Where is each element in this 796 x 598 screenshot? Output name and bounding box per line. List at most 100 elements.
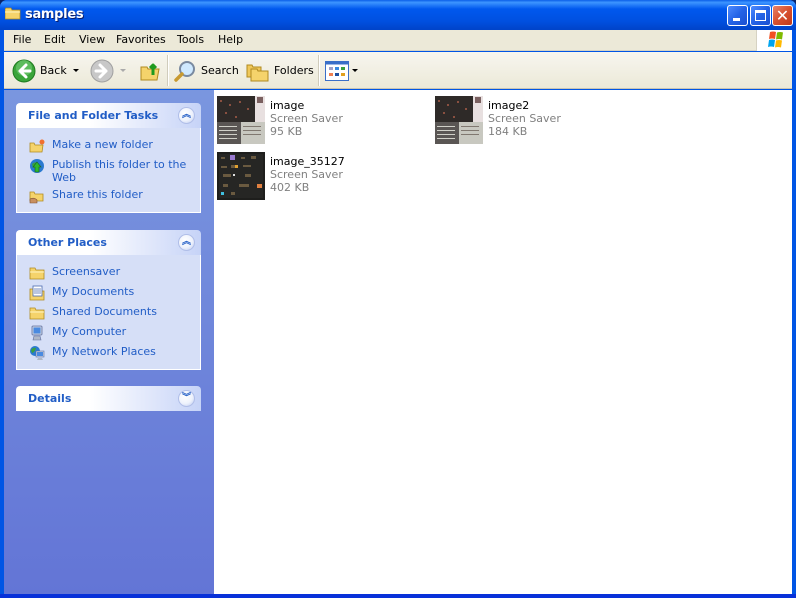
forward-button[interactable] (90, 52, 126, 89)
new-folder-icon (29, 139, 45, 153)
close-icon: ✕ (775, 6, 790, 25)
my-documents-icon (29, 285, 45, 301)
file-folder-tasks-panel: File and Folder Tasks ︽ Make a new folde… (16, 103, 201, 213)
panel-title: Other Places (28, 236, 107, 249)
file-name: image_35127 (270, 155, 345, 168)
views-button[interactable] (325, 52, 358, 89)
back-button[interactable]: Back (12, 52, 79, 89)
expand-chevron-down-icon[interactable]: ︾ (178, 390, 195, 407)
file-thumbnail (217, 152, 265, 200)
menu-view[interactable]: View (79, 33, 105, 46)
menu-tools[interactable]: Tools (177, 33, 204, 46)
folders-button[interactable]: Folders (246, 52, 314, 89)
up-folder-button[interactable] (139, 52, 163, 89)
file-size: 184 KB (488, 125, 528, 138)
folder-icon (29, 267, 45, 280)
maximize-icon (755, 10, 766, 21)
toolbar: Back Search Folders (4, 52, 792, 89)
file-item[interactable]: image Screen Saver 95 KB (217, 96, 417, 146)
views-icon (325, 60, 349, 81)
panel-header[interactable]: File and Folder Tasks ︽ (16, 103, 201, 128)
minimize-button[interactable] (727, 5, 748, 26)
file-name: image (270, 99, 305, 112)
file-info: image2 Screen Saver 184 KB (488, 99, 561, 138)
task-label: Publish this folder to the Web (52, 158, 187, 184)
menu-file[interactable]: File (13, 33, 31, 46)
folders-icon (246, 64, 269, 81)
window-title: samples (25, 7, 84, 22)
publish-web-icon (30, 159, 44, 173)
place-label: My Documents (52, 285, 135, 298)
task-make-new-folder[interactable]: Make a new folder (17, 136, 200, 156)
file-size: 95 KB (270, 125, 303, 138)
search-icon (174, 60, 195, 82)
views-dropdown-icon[interactable] (352, 69, 358, 72)
up-folder-icon (140, 63, 160, 80)
task-label: Make a new folder (52, 138, 153, 151)
file-thumbnail (217, 96, 265, 144)
network-places-icon (30, 346, 45, 360)
place-my-network-places[interactable]: My Network Places (17, 343, 200, 363)
file-size: 402 KB (270, 181, 310, 194)
back-label: Back (40, 64, 67, 77)
place-label: Screensaver (52, 265, 121, 278)
file-info: image Screen Saver 95 KB (270, 99, 343, 138)
task-pane: File and Folder Tasks ︽ Make a new folde… (4, 90, 214, 594)
back-arrow-icon (12, 59, 36, 82)
folders-label: Folders (274, 64, 314, 77)
menu-help[interactable]: Help (218, 33, 243, 46)
explorer-window: samples ✕ File Edit View Favorites Tools… (0, 0, 796, 598)
folder-icon (5, 7, 21, 20)
place-label: My Network Places (52, 345, 156, 358)
place-screensaver[interactable]: Screensaver (17, 263, 200, 283)
place-my-computer[interactable]: My Computer (17, 323, 200, 343)
toolbar-separator (167, 55, 168, 86)
menu-favorites[interactable]: Favorites (116, 33, 166, 46)
windows-flag-icon (768, 31, 783, 48)
file-item[interactable]: image_35127 Screen Saver 402 KB (217, 152, 417, 202)
collapse-chevron-up-icon[interactable]: ︽ (178, 234, 195, 251)
maximize-button[interactable] (750, 5, 771, 26)
file-type: Screen Saver (270, 112, 343, 125)
share-folder-icon (29, 191, 44, 204)
forward-dropdown-icon[interactable] (120, 69, 126, 72)
back-dropdown-icon[interactable] (72, 69, 79, 72)
panel-body: Screensaver My Documents Shared Document… (16, 255, 201, 370)
place-label: Shared Documents (52, 305, 157, 318)
minimize-icon (733, 18, 740, 21)
place-my-documents[interactable]: My Documents (17, 283, 200, 303)
task-publish-folder[interactable]: Publish this folder to the Web (17, 156, 200, 186)
panel-title: Details (28, 392, 72, 405)
place-shared-documents[interactable]: Shared Documents (17, 303, 200, 323)
folder-icon (29, 307, 45, 320)
file-info: image_35127 Screen Saver 402 KB (270, 155, 345, 194)
content-area: File and Folder Tasks ︽ Make a new folde… (4, 90, 792, 594)
file-type: Screen Saver (488, 112, 561, 125)
task-label: Share this folder (52, 188, 143, 201)
place-label: My Computer (52, 325, 127, 338)
collapse-chevron-up-icon[interactable]: ︽ (178, 107, 195, 124)
other-places-panel: Other Places ︽ Screensaver My Documents … (16, 230, 201, 370)
close-button[interactable]: ✕ (772, 5, 793, 26)
forward-arrow-icon (90, 59, 114, 82)
panel-title: File and Folder Tasks (28, 109, 159, 122)
details-panel: Details ︾ (16, 386, 201, 411)
panel-header[interactable]: Other Places ︽ (16, 230, 201, 255)
my-computer-icon (31, 325, 43, 341)
search-label: Search (201, 64, 239, 77)
panel-header[interactable]: Details ︾ (16, 386, 201, 411)
file-list: image Screen Saver 95 KB image2 Screen S… (214, 90, 792, 594)
file-name: image2 (488, 99, 530, 112)
task-share-folder[interactable]: Share this folder (17, 186, 200, 206)
file-thumbnail (435, 96, 483, 144)
menu-edit[interactable]: Edit (44, 33, 65, 46)
file-item[interactable]: image2 Screen Saver 184 KB (435, 96, 635, 146)
title-bar[interactable]: samples ✕ (0, 0, 796, 30)
menu-bar: File Edit View Favorites Tools Help (4, 30, 792, 51)
search-button[interactable]: Search (173, 52, 239, 89)
window-frame-bottom (0, 594, 796, 598)
file-type: Screen Saver (270, 168, 343, 181)
toolbar-separator (318, 55, 319, 86)
windows-logo (756, 30, 792, 51)
panel-body: Make a new folder Publish this folder to… (16, 128, 201, 213)
